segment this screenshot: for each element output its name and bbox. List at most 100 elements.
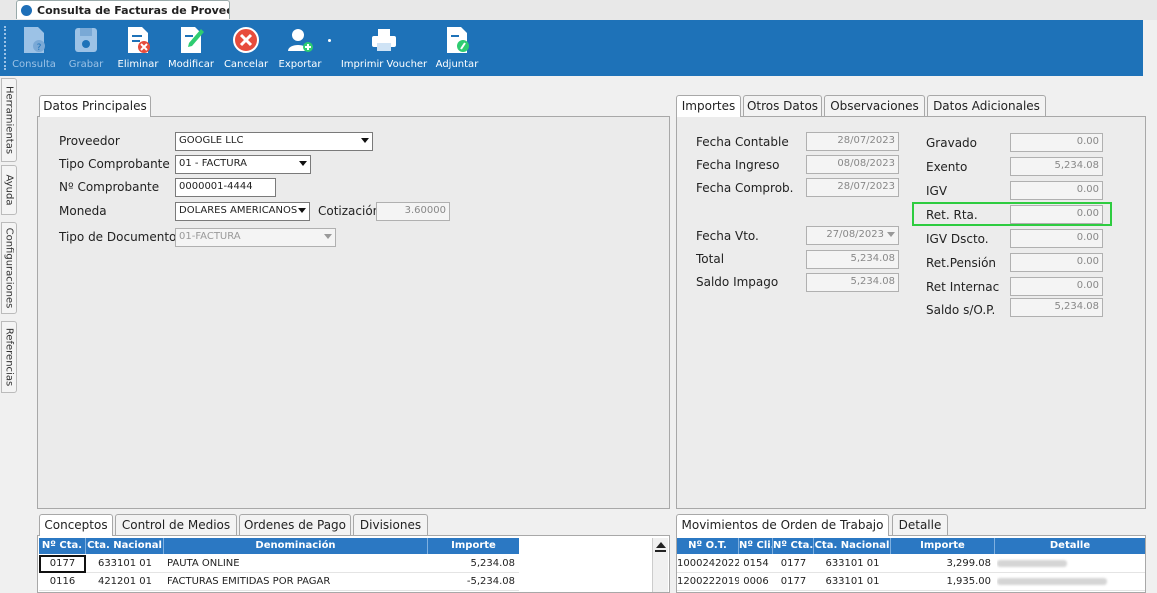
moneda-label: Moneda: [59, 204, 107, 218]
nro-comprobante-input[interactable]: 0000001-4444: [175, 178, 276, 197]
table-row[interactable]: 0116 421201 01 FACTURAS EMITIDAS POR PAG…: [39, 573, 519, 591]
cell[interactable]: 5,234.08: [428, 555, 519, 573]
scroll-thumb[interactable]: [655, 550, 666, 552]
tipo-comprobante-label: Tipo Comprobante: [59, 157, 170, 171]
consulta-button[interactable]: ? Consulta: [12, 20, 56, 76]
tab-movimientos[interactable]: Movimientos de Orden de Trabajo: [676, 514, 889, 536]
side-tab-ayuda[interactable]: Ayuda: [1, 165, 17, 215]
cell[interactable]: 633101 01: [86, 555, 164, 573]
cell[interactable]: 0177: [773, 555, 814, 573]
chevron-down-icon: [887, 232, 895, 237]
vertical-scrollbar[interactable]: [652, 538, 668, 592]
fecha-comprob-label: Fecha Comprob.: [696, 181, 794, 195]
proveedor-select[interactable]: GOOGLE LLC: [175, 132, 373, 151]
table-row[interactable]: 1200222019 0006 0177 633101 01 1,935.00: [677, 573, 1145, 591]
scroll-up-icon[interactable]: [656, 542, 666, 548]
cell[interactable]: 3,299.08: [891, 555, 995, 573]
cell[interactable]: 0116: [39, 573, 86, 591]
col-header[interactable]: Nº Cta.: [773, 538, 814, 554]
consulta-label: Consulta: [12, 59, 56, 70]
adjuntar-button[interactable]: Adjuntar: [432, 20, 482, 76]
eliminar-label: Eliminar: [117, 59, 159, 70]
igv-value: 0.00: [1076, 184, 1099, 195]
cell[interactable]: 0006: [739, 573, 773, 591]
cell[interactable]: -5,234.08: [428, 573, 519, 591]
col-header[interactable]: Cta. Nacional: [86, 538, 164, 554]
igv-dscto-field: 0.00: [1010, 229, 1103, 248]
toolbar-grip[interactable]: [4, 26, 8, 70]
tab-importes[interactable]: Importes: [676, 95, 741, 117]
col-header[interactable]: Detalle: [995, 538, 1145, 554]
cancelar-button[interactable]: Cancelar: [222, 20, 270, 76]
side-tab-herramientas[interactable]: Herramientas: [1, 78, 17, 162]
imprimir-voucher-button[interactable]: Imprimir Voucher: [338, 20, 430, 76]
cell[interactable]: 0177: [39, 555, 86, 573]
side-tab-configuraciones[interactable]: Configuraciones: [1, 222, 17, 314]
save-icon: [75, 28, 97, 52]
cell[interactable]: 1,935.00: [891, 573, 995, 591]
tab-datos-adicionales[interactable]: Datos Adicionales: [927, 95, 1046, 117]
cell[interactable]: PAUTA ONLINE: [167, 555, 427, 573]
moneda-value: DOLARES AMERICANOS: [179, 205, 298, 216]
side-tab-referencias[interactable]: Referencias: [1, 321, 17, 393]
col-header[interactable]: Nº Cta.: [39, 538, 86, 554]
fecha-vto-select[interactable]: 27/08/2023: [806, 226, 899, 245]
chevron-down-icon: [324, 234, 332, 239]
dropdown-dot-icon[interactable]: [328, 39, 331, 42]
fecha-ingreso-field: 08/08/2023: [806, 155, 899, 174]
ret-internac-value: 0.00: [1076, 280, 1099, 291]
cotizacion-label: Cotización: [318, 204, 381, 218]
tipo-comprobante-value: 01 - FACTURA: [179, 158, 247, 169]
ret-internac-field: 0.00: [1010, 277, 1103, 296]
tipo-comprobante-select[interactable]: 01 - FACTURA: [175, 155, 311, 174]
tab-ordenes-de-pago[interactable]: Ordenes de Pago: [239, 514, 351, 536]
fecha-contable-value: 28/07/2023: [837, 135, 895, 146]
fecha-comprob-field: 28/07/2023: [806, 178, 899, 197]
total-label: Total: [696, 252, 725, 266]
cell[interactable]: 0177: [773, 573, 814, 591]
tab-divisiones[interactable]: Divisiones: [353, 514, 428, 536]
tipo-documento-select[interactable]: 01-FACTURA: [175, 228, 336, 247]
cell[interactable]: 0154: [739, 555, 773, 573]
col-header[interactable]: Nº Cli.: [739, 538, 773, 554]
eliminar-button[interactable]: Eliminar: [114, 20, 162, 76]
fecha-contable-label: Fecha Contable: [696, 135, 789, 149]
tab-datos-principales[interactable]: Datos Principales: [39, 95, 151, 117]
col-header[interactable]: Nº O.T.: [677, 538, 739, 554]
chevron-down-icon: [299, 161, 307, 166]
col-header[interactable]: Cta. Nacional: [814, 538, 891, 554]
tab-control-de-medios[interactable]: Control de Medios: [115, 514, 237, 536]
table-row[interactable]: 0177 633101 01 PAUTA ONLINE 5,234.08: [39, 555, 519, 573]
chevron-down-icon: [298, 208, 306, 213]
cell[interactable]: 633101 01: [814, 555, 891, 573]
tab-observaciones[interactable]: Observaciones: [824, 95, 925, 117]
cell-redacted: [997, 555, 1145, 573]
col-header[interactable]: Denominación: [164, 538, 428, 554]
cell[interactable]: 633101 01: [814, 573, 891, 591]
tab-detalle[interactable]: Detalle: [892, 514, 948, 536]
col-header[interactable]: Importe: [891, 538, 995, 554]
ret-pension-value: 0.00: [1076, 256, 1099, 267]
tab-otros-datos[interactable]: Otros Datos: [743, 95, 822, 117]
table-row[interactable]: 1000242022 0154 0177 633101 01 3,299.08: [677, 555, 1145, 573]
tab-label: Datos Adicionales: [933, 99, 1040, 113]
modificar-button[interactable]: Modificar: [164, 20, 218, 76]
cell[interactable]: FACTURAS EMITIDAS POR PAGAR: [167, 573, 427, 591]
exportar-button[interactable]: Exportar: [274, 20, 331, 76]
document-tab[interactable]: Consulta de Facturas de Proveed...: [16, 0, 230, 19]
proveedor-value: GOOGLE LLC: [179, 135, 244, 146]
tipo-documento-value: 01-FACTURA: [179, 231, 241, 242]
side-tab-label: Ayuda: [3, 174, 15, 206]
cell[interactable]: 1200222019: [677, 573, 739, 591]
grabar-button[interactable]: Grabar: [60, 20, 112, 76]
col-header[interactable]: Importe: [428, 538, 519, 554]
tab-label: Importes: [681, 99, 736, 113]
proveedor-label: Proveedor: [59, 134, 120, 148]
side-tab-label: Configuraciones: [3, 227, 15, 309]
tab-conceptos[interactable]: Conceptos: [39, 514, 113, 536]
cancel-icon: [233, 27, 259, 53]
saldo-impago-value: 5,234.08: [850, 276, 895, 287]
cell[interactable]: 421201 01: [86, 573, 164, 591]
cell[interactable]: 1000242022: [677, 555, 739, 573]
moneda-select[interactable]: DOLARES AMERICANOS: [175, 202, 310, 221]
